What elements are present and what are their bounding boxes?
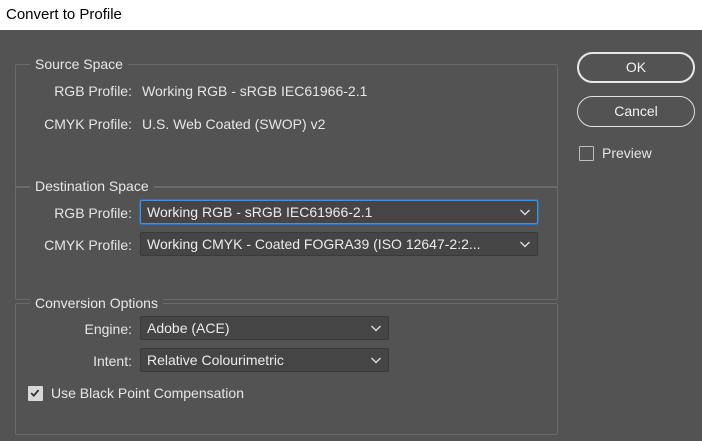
chevron-down-icon [519, 209, 531, 216]
checkmark-icon [30, 389, 40, 397]
black-point-compensation-checkbox[interactable] [28, 386, 43, 401]
ok-button[interactable]: OK [577, 52, 695, 83]
intent-selected: Relative Colourimetric [147, 352, 284, 368]
title-bar: Convert to Profile [0, 0, 702, 30]
preview-label[interactable]: Preview [602, 143, 652, 163]
destination-cmyk-selected: Working CMYK - Coated FOGRA39 (ISO 12647… [147, 236, 481, 252]
destination-cmyk-profile-select[interactable]: Working CMYK - Coated FOGRA39 (ISO 12647… [140, 232, 538, 256]
engine-select[interactable]: Adobe (ACE) [140, 316, 389, 340]
preview-checkbox[interactable] [579, 146, 594, 161]
destination-space-legend: Destination Space [30, 177, 154, 195]
window-title: Convert to Profile [6, 6, 122, 23]
intent-label: Intent: [93, 353, 132, 369]
source-cmyk-label: CMYK Profile: [44, 116, 132, 132]
source-rgb-label: RGB Profile: [54, 83, 132, 99]
source-space-legend: Source Space [30, 55, 128, 73]
cancel-button[interactable]: Cancel [577, 96, 695, 127]
chevron-down-icon [519, 241, 531, 248]
chevron-down-icon [370, 325, 382, 332]
destination-rgb-selected: Working RGB - sRGB IEC61966-2.1 [147, 204, 373, 220]
chevron-down-icon [370, 357, 382, 364]
convert-to-profile-dialog: Source Space RGB Profile: Working RGB - … [0, 30, 702, 441]
destination-cmyk-label: CMYK Profile: [44, 237, 132, 253]
engine-selected: Adobe (ACE) [147, 320, 230, 336]
destination-rgb-profile-select[interactable]: Working RGB - sRGB IEC61966-2.1 [140, 200, 538, 224]
engine-label: Engine: [84, 321, 132, 337]
source-rgb-value: Working RGB - sRGB IEC61966-2.1 [142, 83, 368, 99]
conversion-options-legend: Conversion Options [30, 294, 163, 312]
black-point-compensation-label[interactable]: Use Black Point Compensation [51, 383, 244, 403]
source-cmyk-value: U.S. Web Coated (SWOP) v2 [142, 116, 326, 132]
intent-select[interactable]: Relative Colourimetric [140, 348, 389, 372]
destination-rgb-label: RGB Profile: [54, 205, 132, 221]
